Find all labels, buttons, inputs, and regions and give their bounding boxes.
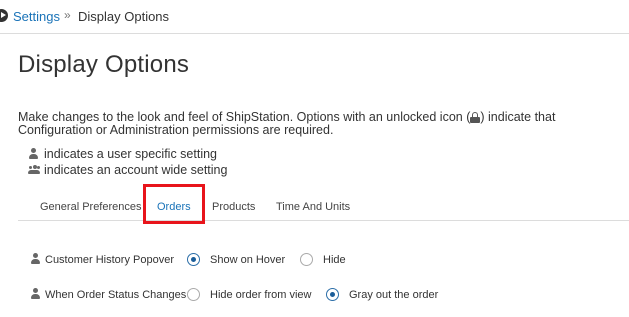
users-group-icon bbox=[28, 164, 40, 175]
user-icon bbox=[30, 288, 41, 299]
setting-customer-history-popover: Customer History Popover Show on Hover H… bbox=[30, 252, 629, 268]
tab-bar: General Preferences Orders Products Time… bbox=[18, 187, 629, 221]
breadcrumb: Settings » Display Options bbox=[0, 0, 629, 34]
user-icon bbox=[28, 148, 39, 159]
tab-products[interactable]: Products bbox=[212, 201, 255, 213]
legend-user-specific-text: indicates a user specific setting bbox=[44, 147, 218, 161]
back-arrow-icon[interactable] bbox=[0, 9, 8, 22]
tab-general-preferences[interactable]: General Preferences bbox=[40, 201, 142, 213]
radio-gray-out-the-order[interactable] bbox=[326, 288, 339, 301]
option-label-gray-out-the-order[interactable]: Gray out the order bbox=[349, 289, 438, 301]
radio-show-on-hover[interactable] bbox=[187, 253, 200, 266]
radio-hide[interactable] bbox=[300, 253, 313, 266]
tab-time-and-units[interactable]: Time And Units bbox=[276, 201, 350, 213]
page-title: Display Options bbox=[18, 51, 190, 78]
setting-label: When Order Status Changes bbox=[45, 289, 187, 301]
option-label-hide-order-from-view[interactable]: Hide order from view bbox=[210, 289, 311, 301]
setting-when-order-status-changes: When Order Status Changes Hide order fro… bbox=[30, 287, 629, 303]
user-icon bbox=[30, 253, 41, 264]
legend-account-wide-text: indicates an account wide setting bbox=[44, 163, 228, 177]
unlocked-lock-icon bbox=[470, 112, 481, 123]
breadcrumb-separator: » bbox=[64, 8, 71, 22]
setting-label: Customer History Popover bbox=[45, 254, 174, 266]
tab-highlight-box bbox=[143, 184, 205, 224]
breadcrumb-current: Display Options bbox=[78, 9, 170, 24]
breadcrumb-settings-link[interactable]: Settings bbox=[13, 9, 60, 24]
option-label-hide[interactable]: Hide bbox=[323, 254, 346, 266]
radio-hide-order-from-view[interactable] bbox=[187, 288, 200, 301]
intro-text-before: Make changes to the look and feel of Shi… bbox=[18, 110, 471, 124]
intro-text: Make changes to the look and feel of Shi… bbox=[18, 111, 629, 137]
option-label-show-on-hover[interactable]: Show on Hover bbox=[210, 254, 285, 266]
